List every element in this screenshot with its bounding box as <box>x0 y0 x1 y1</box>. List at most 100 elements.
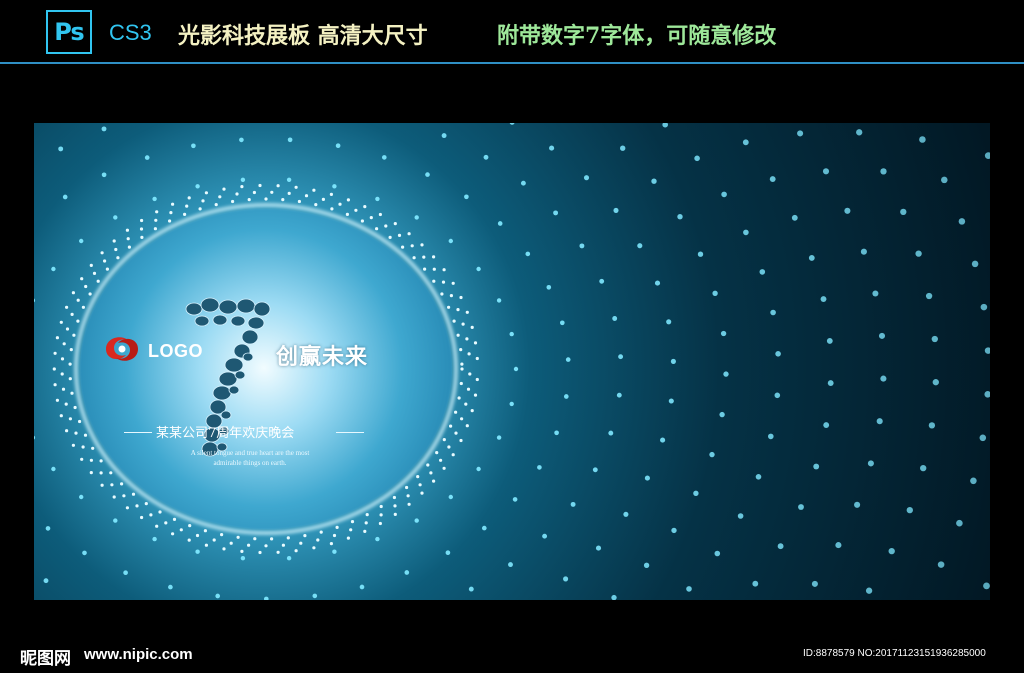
ring-dot <box>354 208 358 212</box>
ring-dot <box>329 192 333 196</box>
ring-dot <box>457 396 461 400</box>
ring-dot <box>153 227 157 231</box>
light-dot <box>45 526 51 531</box>
light-dot <box>956 519 963 527</box>
light-dot <box>931 335 938 343</box>
ring-dot <box>276 184 280 188</box>
ring-dot <box>198 207 202 211</box>
light-dot <box>549 145 555 151</box>
light-dot <box>445 550 451 556</box>
ring-dot <box>264 544 268 548</box>
ring-dot <box>204 191 208 195</box>
ring-dot <box>287 191 291 195</box>
light-dot <box>123 570 128 576</box>
light-dot <box>820 296 827 303</box>
light-dot <box>483 154 489 160</box>
ring-dot <box>470 325 474 329</box>
ring-dot <box>88 292 92 296</box>
ring-dot <box>401 245 405 249</box>
ring-dot <box>252 190 256 195</box>
light-dot <box>144 155 150 160</box>
ring-dot <box>81 445 85 449</box>
ring-dot <box>105 267 109 271</box>
ring-dot <box>71 443 75 447</box>
light-dot <box>670 358 676 364</box>
light-dot <box>616 392 622 398</box>
light-dot <box>759 269 766 275</box>
light-dot <box>775 351 781 357</box>
ring-dot <box>171 532 175 536</box>
ring-dot <box>218 195 222 199</box>
ring-dot <box>229 541 233 545</box>
light-dot <box>826 337 833 344</box>
ring-dot <box>222 187 226 191</box>
light-dot <box>970 477 977 485</box>
ring-dot <box>81 305 85 309</box>
ring-dot <box>154 218 158 222</box>
light-dot <box>215 593 221 599</box>
light-dot <box>723 371 729 377</box>
header-divider <box>0 62 1024 64</box>
ring-dot <box>125 506 129 510</box>
light-dot <box>872 290 879 297</box>
ring-dot <box>116 256 120 260</box>
ring-dot <box>114 247 118 252</box>
ring-dot <box>466 387 471 391</box>
ring-dot <box>60 372 64 376</box>
ring-dot <box>303 534 307 538</box>
ring-dot <box>388 235 392 239</box>
ring-dot <box>375 227 379 231</box>
ring-dot <box>84 284 88 289</box>
event-title-rule-left <box>124 432 152 433</box>
ring-dot <box>442 268 446 272</box>
light-dot <box>497 221 503 226</box>
light-dot <box>737 513 744 519</box>
ring-dot <box>55 336 59 340</box>
event-title: 某某公司7周年欢庆晚会 <box>156 426 295 441</box>
ring-dot <box>407 502 411 506</box>
light-dot <box>496 435 502 440</box>
ring-dot <box>299 541 303 545</box>
light-dot <box>553 210 559 216</box>
ring-dot <box>62 342 66 346</box>
light-dot <box>240 556 246 561</box>
light-dot <box>359 584 365 590</box>
ring-dot <box>80 457 84 461</box>
light-dot <box>920 464 927 472</box>
light-dot <box>559 320 565 326</box>
header-bar: Ps CS3 光影科技展板 高清大尺寸 附带数字7字体，可随意修改 <box>0 0 1024 64</box>
light-dot <box>79 238 84 244</box>
light-dot <box>608 430 614 436</box>
ring-dot <box>125 228 129 232</box>
light-dot <box>82 550 87 556</box>
ring-dot <box>155 210 159 214</box>
ring-dot <box>70 391 74 395</box>
light-dot <box>240 177 246 182</box>
ring-dot <box>187 538 191 542</box>
light-dot <box>509 331 514 337</box>
ring-dot <box>459 381 463 386</box>
ring-dot <box>349 528 353 532</box>
light-dot <box>563 394 569 399</box>
ring-dot <box>456 308 460 312</box>
ring-dot <box>65 429 69 433</box>
watermark-id: ID:8878579 NO:20171123151936285000 <box>803 648 986 659</box>
ring-dot <box>473 341 478 345</box>
light-dot <box>152 536 157 542</box>
company-logo-icon <box>100 332 144 371</box>
light-dot <box>854 501 861 508</box>
light-dot <box>919 136 926 143</box>
event-title-rule-right <box>336 432 364 433</box>
light-dot <box>906 506 913 514</box>
light-dot <box>777 543 784 550</box>
ring-dot <box>168 219 172 223</box>
ring-dot <box>72 333 76 337</box>
light-dot <box>335 143 341 149</box>
light-dot <box>823 422 830 429</box>
light-dot <box>113 215 118 220</box>
ring-dot <box>405 485 409 490</box>
ring-dot <box>92 271 97 275</box>
ring-dot <box>460 362 464 366</box>
ring-dot <box>222 547 226 551</box>
ring-dot <box>393 512 397 516</box>
